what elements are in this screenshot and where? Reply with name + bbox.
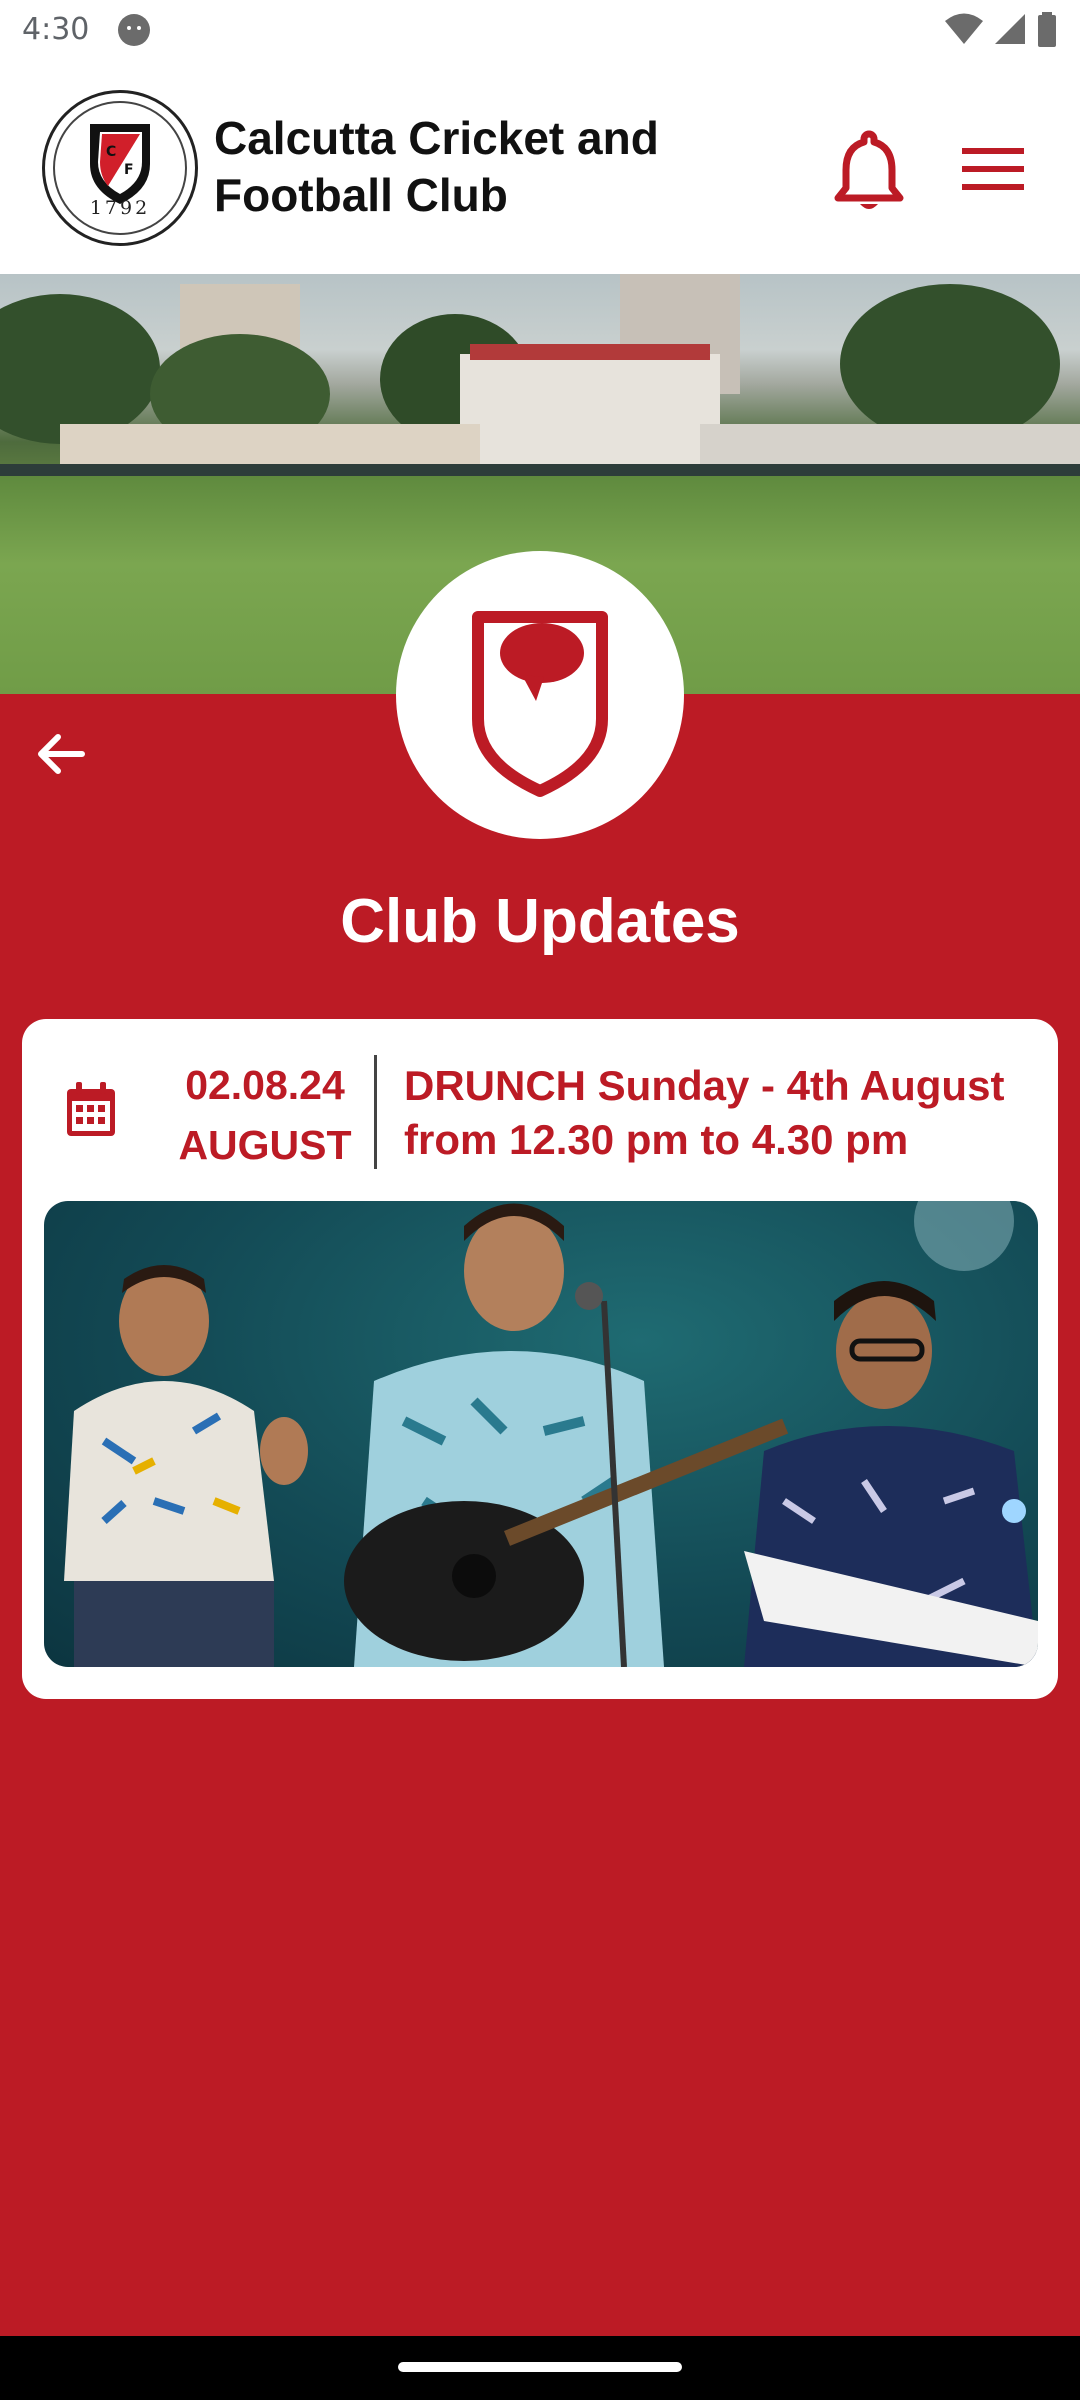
status-icons [944, 12, 1058, 49]
shield-chat-icon [472, 611, 608, 797]
event-photo[interactable] [44, 1201, 1038, 1667]
update-title: DRUNCH Sunday - 4th August from 12.30 pm… [404, 1062, 1005, 1163]
cellular-signal-icon [995, 14, 1026, 44]
band-performance-image [64, 1201, 1038, 1667]
status-bar: 4:30 [0, 0, 1080, 62]
svg-text:C: C [106, 144, 116, 160]
svg-text:F: F [124, 162, 134, 178]
hamburger-menu-icon[interactable] [960, 144, 1026, 194]
battery-icon [1038, 12, 1056, 47]
status-time: 4:30 [22, 12, 90, 47]
update-date-month: AUGUST [178, 1122, 352, 1168]
club-crest-icon: C F [90, 124, 150, 204]
wifi-icon [945, 13, 984, 44]
club-logo[interactable]: C F 1792 [42, 90, 198, 246]
home-gesture-handle[interactable] [398, 2362, 682, 2372]
logo-year: 1792 [89, 197, 151, 219]
club-updates-emblem [396, 551, 684, 839]
update-card[interactable]: 02.08.24 AUGUST DRUNCH Sunday - 4th Augu… [22, 1019, 1058, 1699]
back-arrow-icon[interactable] [34, 728, 86, 780]
notification-app-icon [118, 14, 150, 46]
update-date-value: 02.08.24 [185, 1062, 345, 1108]
date-divider [374, 1055, 377, 1169]
page-title: Club Updates [340, 887, 740, 956]
club-name: Calcutta Cricket and Football Club [214, 112, 659, 221]
calendar-icon [67, 1082, 115, 1136]
update-date: 02.08.24 AUGUST [150, 1055, 380, 1175]
app-header: C F 1792 Calcutta Cricket and Football C… [0, 62, 1080, 274]
notification-bell-icon[interactable] [834, 130, 904, 212]
